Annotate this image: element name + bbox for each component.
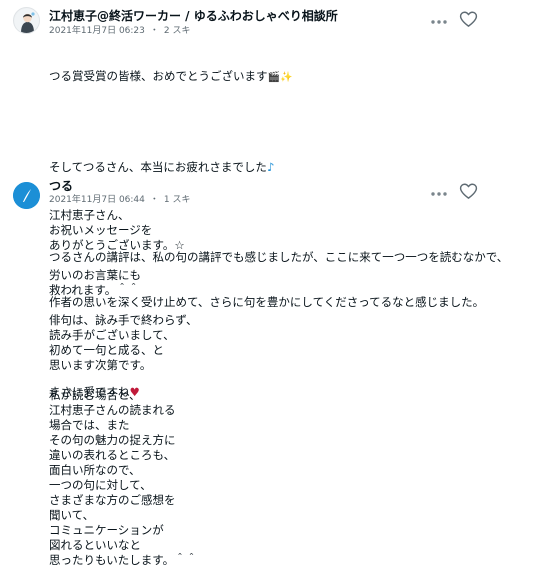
comment-line: 労いのお言葉にも <box>49 268 141 282</box>
comment-line: 場合では、また <box>49 418 130 432</box>
meta-separator: ・ <box>149 26 159 36</box>
comment-line: 面白い所なので、 <box>49 463 141 477</box>
comment-line: ありがとうございます。☆ <box>49 238 185 252</box>
avatar-illustration-icon <box>14 8 39 33</box>
comment-line: そしてつるさん、本当にお疲れさまでした♪ <box>49 160 275 174</box>
comment-line: 俳句は、詠み手で終わらず、 <box>49 313 198 327</box>
avatar[interactable] <box>13 182 40 209</box>
comment-line <box>49 298 197 313</box>
comment-line: 初めて一句と成る、と <box>49 343 164 357</box>
comment-line: 違いの表れるところも、 <box>49 448 176 462</box>
comment-line <box>49 373 197 388</box>
like-count[interactable]: 1 スキ <box>164 195 191 205</box>
like-count[interactable]: 2 スキ <box>164 26 191 36</box>
comment-line: 図れるといいなと <box>49 538 141 552</box>
comment-line: その句の魅力の捉え方に <box>49 433 176 447</box>
meta-separator: ・ <box>149 195 159 205</box>
comment-line: 私が読む場合と、 <box>49 388 141 402</box>
comment-line <box>49 253 197 268</box>
comment-date: 2021年11月7日 06:23 <box>49 26 145 36</box>
comment-meta: 2021年11月7日 06:44 ・ 1 スキ <box>49 194 191 206</box>
comment-line: 江村恵子さん、 <box>49 208 130 222</box>
comment-author[interactable]: つる <box>49 178 73 194</box>
heart-outline-icon[interactable] <box>459 10 478 28</box>
comment-line: 思ったりもいたします。＾＾ <box>49 553 198 567</box>
more-options-icon[interactable] <box>430 13 448 25</box>
comment-line: つる賞受賞の皆様、おめでとうございます🎬✨ <box>49 69 293 83</box>
comment-author[interactable]: 江村恵子@終活ワーカー / ゆるふわおしゃべり相談所 <box>49 8 338 24</box>
comment-line <box>49 115 508 130</box>
comment-line: 一つの句に対して、 <box>49 478 152 492</box>
clapperboard-emoji-icon: 🎬 <box>267 72 280 83</box>
comment-line: 聞いて、 <box>49 508 95 522</box>
comment-line: お祝いメッセージを <box>49 223 153 237</box>
comment-body: 江村恵子さん、 お祝いメッセージを ありがとうございます。☆ 労いのお言葉にも 救われま… <box>49 208 197 568</box>
sparkles-emoji-icon: ✨ <box>279 72 293 83</box>
comment-line: 救われます。＾＾ <box>49 283 140 297</box>
music-note-icon: ♪ <box>266 160 275 174</box>
comment-line: コミュニケーションが <box>49 523 164 537</box>
comment-meta: 2021年11月7日 06:23 ・ 2 スキ <box>49 25 191 37</box>
comment-line: 読み手がございまして、 <box>49 328 175 342</box>
comment-line: 思います次第です。 <box>49 358 152 372</box>
heart-outline-icon[interactable] <box>459 182 478 200</box>
feather-avatar-icon <box>13 182 40 209</box>
more-options-icon[interactable] <box>430 185 448 197</box>
comment-date: 2021年11月7日 06:44 <box>49 195 145 205</box>
comment-line: 江村恵子さんの読まれる <box>49 403 176 417</box>
comment-line: さまざまな方のご感想を <box>49 493 176 507</box>
avatar[interactable] <box>13 7 40 34</box>
